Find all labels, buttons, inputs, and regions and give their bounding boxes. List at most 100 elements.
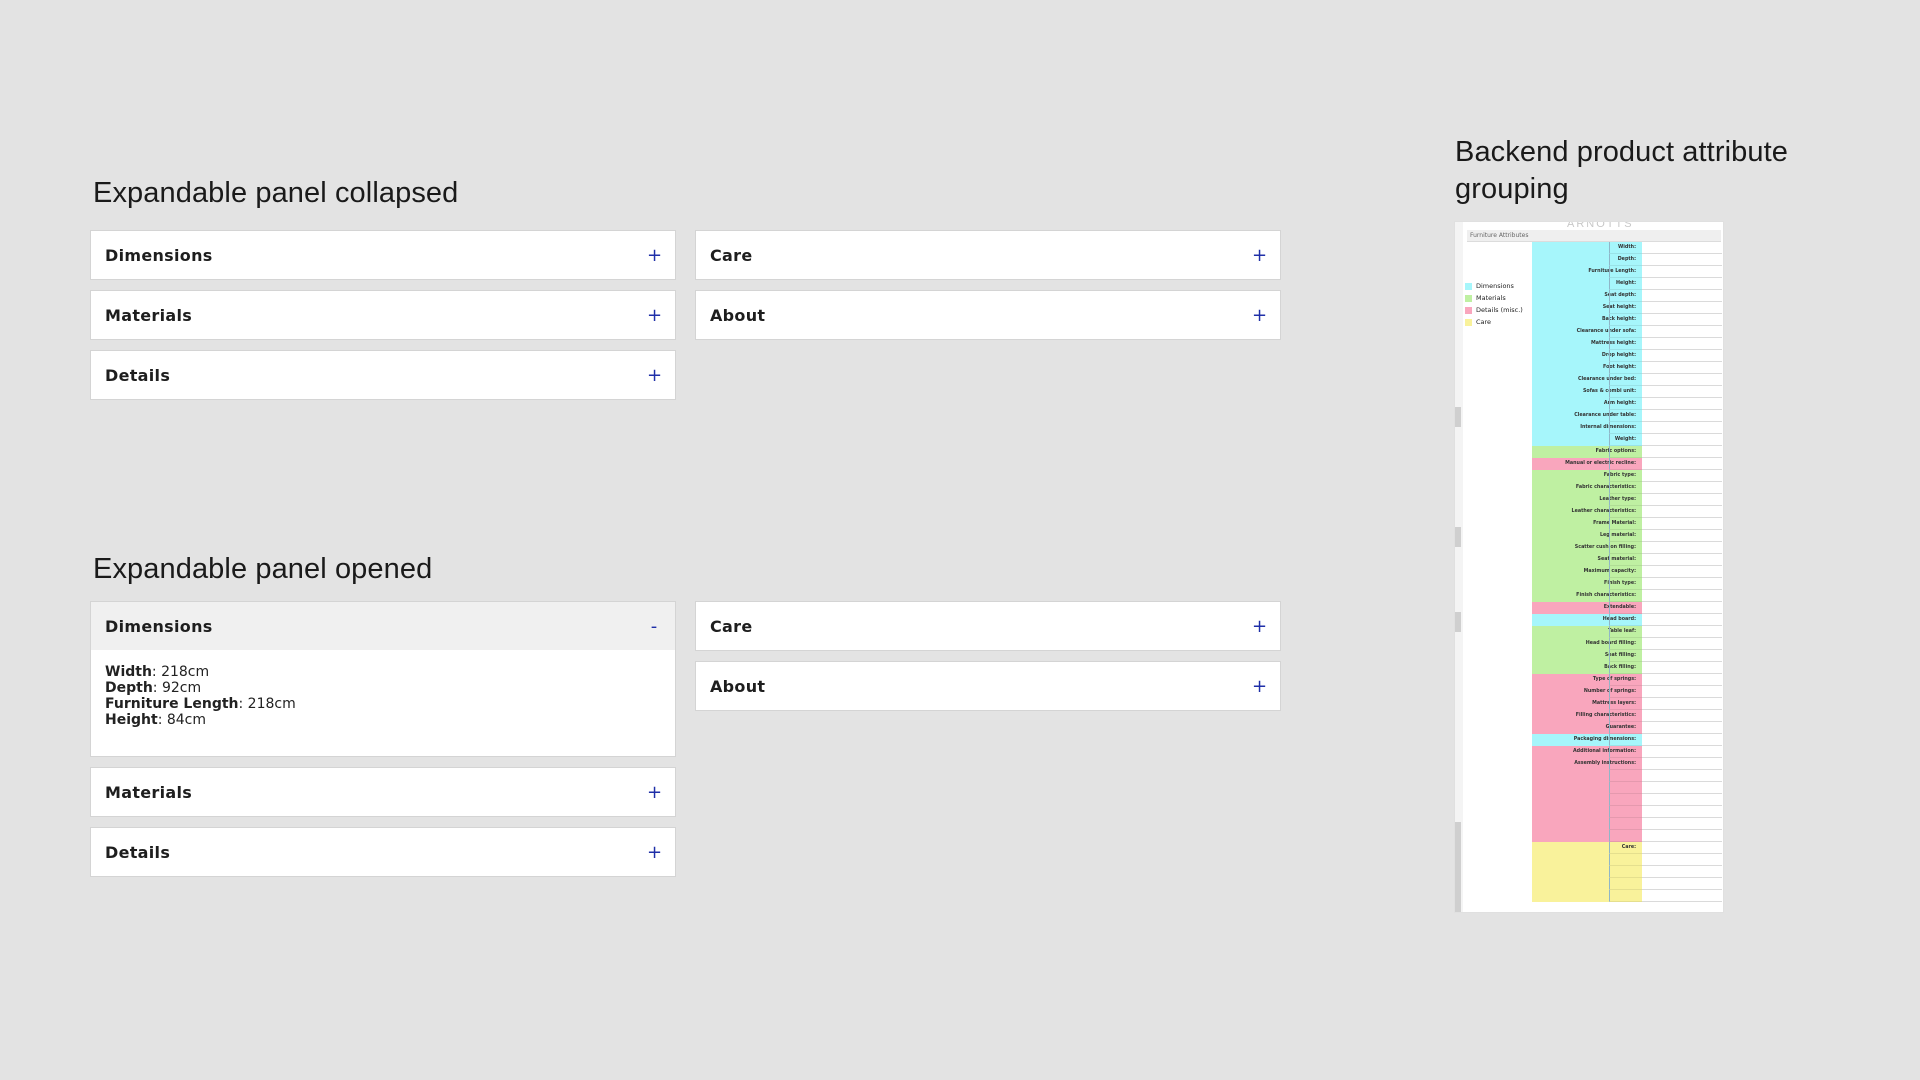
panel-header[interactable]: Details + bbox=[91, 828, 675, 876]
panel-about-collapsed[interactable]: About + bbox=[695, 290, 1281, 340]
attribute-row-dimensions: Seat depth: bbox=[1532, 290, 1642, 302]
attribute-row-details: Mattress layers: bbox=[1532, 698, 1642, 710]
panel-header[interactable]: Materials + bbox=[91, 768, 675, 816]
attribute-row-materials: Frame Material: bbox=[1532, 518, 1642, 530]
attribute-row-materials: Leg material: bbox=[1532, 530, 1642, 542]
panel-header[interactable]: Dimensions - bbox=[91, 602, 675, 650]
plus-icon[interactable]: + bbox=[647, 365, 662, 386]
panel-label: Details bbox=[105, 365, 171, 385]
attribute-row-dimensions: Head board: bbox=[1532, 614, 1642, 626]
panel-label: Materials bbox=[105, 782, 193, 802]
attribute-row-materials: Table leaf: bbox=[1532, 626, 1642, 638]
legend-label: Materials bbox=[1476, 294, 1506, 302]
plus-icon[interactable]: + bbox=[1252, 305, 1267, 326]
attribute-row-materials: Fabric characteristics: bbox=[1532, 482, 1642, 494]
attribute-row-dimensions: Depth: bbox=[1532, 254, 1642, 266]
panel-label: Dimensions bbox=[105, 616, 213, 636]
panel-label: Dimensions bbox=[105, 245, 213, 265]
attribute-row-dimensions: Internal dimensions: bbox=[1532, 422, 1642, 434]
attribute-row-details bbox=[1532, 818, 1642, 830]
legend-label: Dimensions bbox=[1476, 282, 1514, 290]
panel-care-collapsed[interactable]: Care + bbox=[695, 230, 1281, 280]
legend-swatch bbox=[1465, 318, 1472, 326]
attribute-row-dimensions: Clearance under bed: bbox=[1532, 374, 1642, 386]
attribute-row-materials: Back filling: bbox=[1532, 662, 1642, 674]
plus-icon[interactable]: + bbox=[1252, 616, 1267, 637]
gutter-mark bbox=[1455, 527, 1461, 547]
legend-swatch bbox=[1465, 306, 1472, 314]
panel-materials-collapsed[interactable]: Materials + bbox=[90, 290, 676, 340]
attribute-row-materials: Finish characteristics: bbox=[1532, 590, 1642, 602]
plus-icon[interactable]: + bbox=[647, 245, 662, 266]
panel-label: Materials bbox=[105, 305, 193, 325]
attribute-row-dimensions: Clearance under sofa: bbox=[1532, 326, 1642, 338]
spreadsheet-gutter bbox=[1455, 222, 1463, 912]
legend-item: Care bbox=[1465, 316, 1523, 328]
attribute-row-details: Number of springs: bbox=[1532, 686, 1642, 698]
panel-label: About bbox=[710, 676, 766, 696]
panel-header[interactable]: Care + bbox=[696, 231, 1280, 279]
attribute-row-materials: Leather characteristics: bbox=[1532, 506, 1642, 518]
panel-label: Details bbox=[105, 842, 171, 862]
attribute-row-materials: Fabric type: bbox=[1532, 470, 1642, 482]
attribute-row-dimensions: Drop height: bbox=[1532, 350, 1642, 362]
panel-header[interactable]: About + bbox=[696, 662, 1280, 710]
attribute-row-details: Additional information: bbox=[1532, 746, 1642, 758]
legend-item: Dimensions bbox=[1465, 280, 1523, 292]
gutter-mark bbox=[1455, 407, 1461, 427]
legend: Dimensions Materials Details (misc.) Care bbox=[1465, 280, 1523, 328]
legend-swatch bbox=[1465, 294, 1472, 302]
panel-details[interactable]: Details + bbox=[90, 827, 676, 877]
panel-about[interactable]: About + bbox=[695, 661, 1281, 711]
legend-label: Care bbox=[1476, 318, 1492, 326]
attribute-row-dimensions: Arm height: bbox=[1532, 398, 1642, 410]
panel-label: About bbox=[710, 305, 766, 325]
panel-dimensions-collapsed[interactable]: Dimensions + bbox=[90, 230, 676, 280]
collapsed-section-title: Expandable panel collapsed bbox=[93, 177, 459, 209]
plus-icon[interactable]: + bbox=[647, 782, 662, 803]
attribute-row-care bbox=[1532, 890, 1642, 902]
minus-icon[interactable]: - bbox=[647, 616, 661, 637]
attribute-row-dimensions: Foot height: bbox=[1532, 362, 1642, 374]
attribute-column: Width: Depth: Furniture Length: Height: Seat… bbox=[1532, 242, 1642, 902]
panel-header[interactable]: Details + bbox=[91, 351, 675, 399]
panel-header[interactable]: Dimensions + bbox=[91, 231, 675, 279]
attribute-row-materials: Scatter cushion filling: bbox=[1532, 542, 1642, 554]
attribute-row-details: Extendable: bbox=[1532, 602, 1642, 614]
panel-header[interactable]: Care + bbox=[696, 602, 1280, 650]
attribute-row-dimensions: Width: bbox=[1532, 242, 1642, 254]
panel-details-collapsed[interactable]: Details + bbox=[90, 350, 676, 400]
plus-icon[interactable]: + bbox=[1252, 676, 1267, 697]
attribute-row-dimensions: Packaging dimensions: bbox=[1532, 734, 1642, 746]
panel-header[interactable]: About + bbox=[696, 291, 1280, 339]
attribute-row-dimensions: Back height: bbox=[1532, 314, 1642, 326]
attribute-row-materials: Leather type: bbox=[1532, 494, 1642, 506]
legend-item: Details (misc.) bbox=[1465, 304, 1523, 316]
attribute-row: Furniture Length: 218cm bbox=[105, 696, 296, 712]
panel-materials[interactable]: Materials + bbox=[90, 767, 676, 817]
attribute-row-care bbox=[1532, 866, 1642, 878]
attribute-row-materials: Head board filling: bbox=[1532, 638, 1642, 650]
plus-icon[interactable]: + bbox=[647, 305, 662, 326]
attribute-row-dimensions: Mattress height: bbox=[1532, 338, 1642, 350]
attribute-row-dimensions: Furniture Length: bbox=[1532, 266, 1642, 278]
attribute-row-details bbox=[1532, 830, 1642, 842]
backend-title: Backend product attribute grouping bbox=[1455, 136, 1788, 205]
panel-dimensions-open[interactable]: Dimensions - Width: 218cm Depth: 92cm Fu… bbox=[90, 601, 676, 757]
gutter-mark bbox=[1455, 612, 1461, 632]
plus-icon[interactable]: + bbox=[647, 842, 662, 863]
panel-care[interactable]: Care + bbox=[695, 601, 1281, 651]
attribute-row-materials: Finish type: bbox=[1532, 578, 1642, 590]
plus-icon[interactable]: + bbox=[1252, 245, 1267, 266]
opened-section-title: Expandable panel opened bbox=[93, 553, 433, 585]
attribute-row-materials: Fabric options: bbox=[1532, 446, 1642, 458]
panel-header[interactable]: Materials + bbox=[91, 291, 675, 339]
brand-logo: ARNOTTS bbox=[1567, 222, 1634, 230]
attribute-row-details: Manual or electric recline: bbox=[1532, 458, 1642, 470]
attribute-row: Width: 218cm bbox=[105, 664, 210, 680]
attribute-row-details: Assembly instructions: bbox=[1532, 758, 1642, 770]
panel-label: Care bbox=[710, 616, 753, 636]
attribute-row-details: Type of springs: bbox=[1532, 674, 1642, 686]
sheet-grid bbox=[1642, 242, 1722, 912]
panel-body: Width: 218cm Depth: 92cm Furniture Lengt… bbox=[91, 650, 675, 750]
